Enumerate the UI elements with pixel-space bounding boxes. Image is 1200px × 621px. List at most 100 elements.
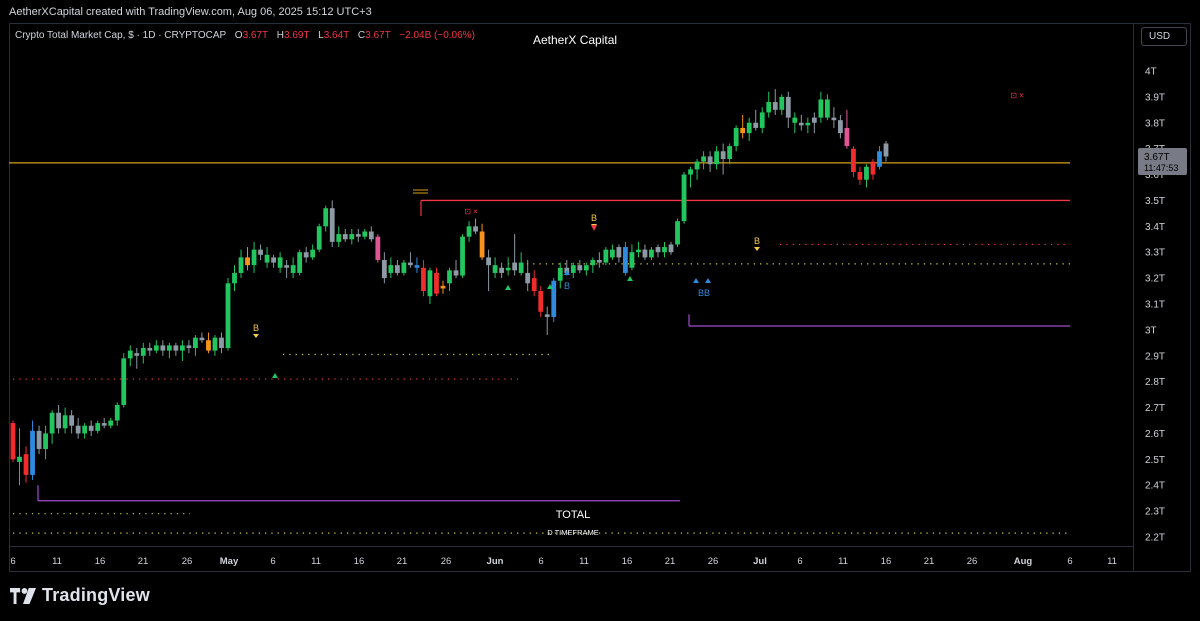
buy-marker-label: B	[754, 236, 760, 246]
candle-body	[212, 337, 218, 351]
candle	[623, 241, 628, 276]
tradingview-logo: TradingView	[10, 585, 150, 606]
candle	[271, 254, 276, 268]
candle	[824, 94, 830, 121]
candle-body	[147, 348, 153, 351]
candle	[82, 423, 88, 439]
candle-body	[609, 249, 615, 258]
candle	[649, 247, 654, 260]
time-tick-label: 6	[797, 556, 802, 567]
time-tick-label: 11	[52, 556, 62, 567]
candle	[17, 428, 22, 486]
candle-body	[505, 267, 511, 271]
time-tick-label: Aug	[1014, 556, 1033, 567]
candle-body	[199, 337, 205, 341]
time-tick-label: 26	[441, 556, 452, 567]
candle	[883, 140, 889, 162]
b-signal-arrow	[693, 278, 699, 283]
candle-body	[95, 423, 101, 431]
candle-body	[258, 249, 263, 255]
candle	[798, 115, 804, 131]
candle-body	[798, 122, 804, 126]
tradingview-logo-icon	[10, 587, 36, 604]
candle	[421, 259, 426, 297]
up-triangle	[627, 276, 633, 281]
candle-body	[544, 314, 550, 317]
buy-marker-arrow	[754, 247, 760, 251]
price-tick-label: 3T	[1145, 325, 1157, 336]
candle	[408, 252, 413, 268]
candle-body	[688, 169, 693, 175]
candle-body	[329, 208, 335, 242]
candle	[557, 262, 563, 289]
candle-body	[623, 247, 628, 273]
price-tick-label: 3.1T	[1145, 300, 1165, 311]
candle	[147, 342, 153, 356]
candle	[153, 340, 159, 354]
candle	[114, 402, 120, 426]
candle-body	[649, 249, 654, 258]
time-tick-label: 21	[924, 556, 935, 567]
candle-body	[101, 423, 107, 426]
time-tick-label: 16	[95, 556, 106, 567]
price-tick-label: 2.9T	[1145, 351, 1165, 362]
candle-body	[173, 345, 179, 351]
bar-countdown: 11:47:53	[1144, 163, 1178, 173]
candle-body	[603, 249, 609, 263]
candle-body	[10, 423, 16, 460]
candle-body	[23, 454, 29, 475]
candle-body	[851, 148, 856, 172]
candle	[355, 228, 361, 242]
candle	[427, 267, 433, 304]
candle	[10, 420, 16, 462]
candle-body	[193, 337, 198, 349]
candle	[310, 244, 316, 260]
candle	[284, 259, 290, 279]
candle	[329, 200, 335, 248]
candle-body	[590, 259, 596, 266]
candle	[811, 112, 817, 134]
candle-body	[570, 265, 576, 273]
candle-body	[140, 348, 146, 356]
candle	[316, 223, 322, 253]
candle	[603, 247, 609, 266]
time-tick-label: 21	[138, 556, 149, 567]
candle	[453, 259, 459, 279]
buy-marker-label: B	[591, 213, 597, 223]
candle-body	[401, 262, 407, 273]
up-triangle	[505, 285, 511, 290]
candle	[460, 234, 465, 279]
time-tick-label: 26	[708, 556, 719, 567]
candle-body	[759, 112, 765, 128]
candle-body	[668, 244, 674, 253]
candle	[701, 151, 706, 170]
candle	[499, 262, 505, 279]
candle-body	[753, 122, 759, 128]
candle-body	[557, 267, 563, 281]
candle	[877, 146, 882, 170]
candle-body	[466, 226, 472, 237]
buy-marker-arrow	[253, 334, 259, 338]
candle	[746, 117, 752, 141]
candle	[864, 164, 869, 188]
candle-body	[284, 265, 290, 268]
candlestick-chart[interactable]: BBB⊡ ×⊡ ×BBB 4T3.9T3.8T3.7T3.6T3.5T3.4T3…	[0, 0, 1200, 621]
price-tick-label: 2.5T	[1145, 455, 1165, 466]
candle-body	[479, 231, 485, 258]
candle-body	[388, 265, 394, 273]
candle	[140, 342, 146, 364]
candle	[69, 410, 75, 434]
candle	[518, 252, 524, 276]
price-tick-label: 3.9T	[1145, 92, 1165, 103]
price-axis: 4T3.9T3.8T3.7T3.6T3.5T3.4T3.3T3.2T3.1T3T…	[1145, 67, 1165, 544]
buy-marker-label: B	[253, 323, 259, 333]
candle	[290, 257, 296, 279]
candle-body	[779, 96, 785, 110]
candle	[714, 146, 720, 170]
candle-body	[43, 433, 48, 449]
candle	[375, 234, 381, 263]
candle-body	[368, 231, 374, 240]
candle-body	[153, 345, 159, 351]
candle	[870, 159, 876, 180]
candle	[662, 241, 667, 258]
